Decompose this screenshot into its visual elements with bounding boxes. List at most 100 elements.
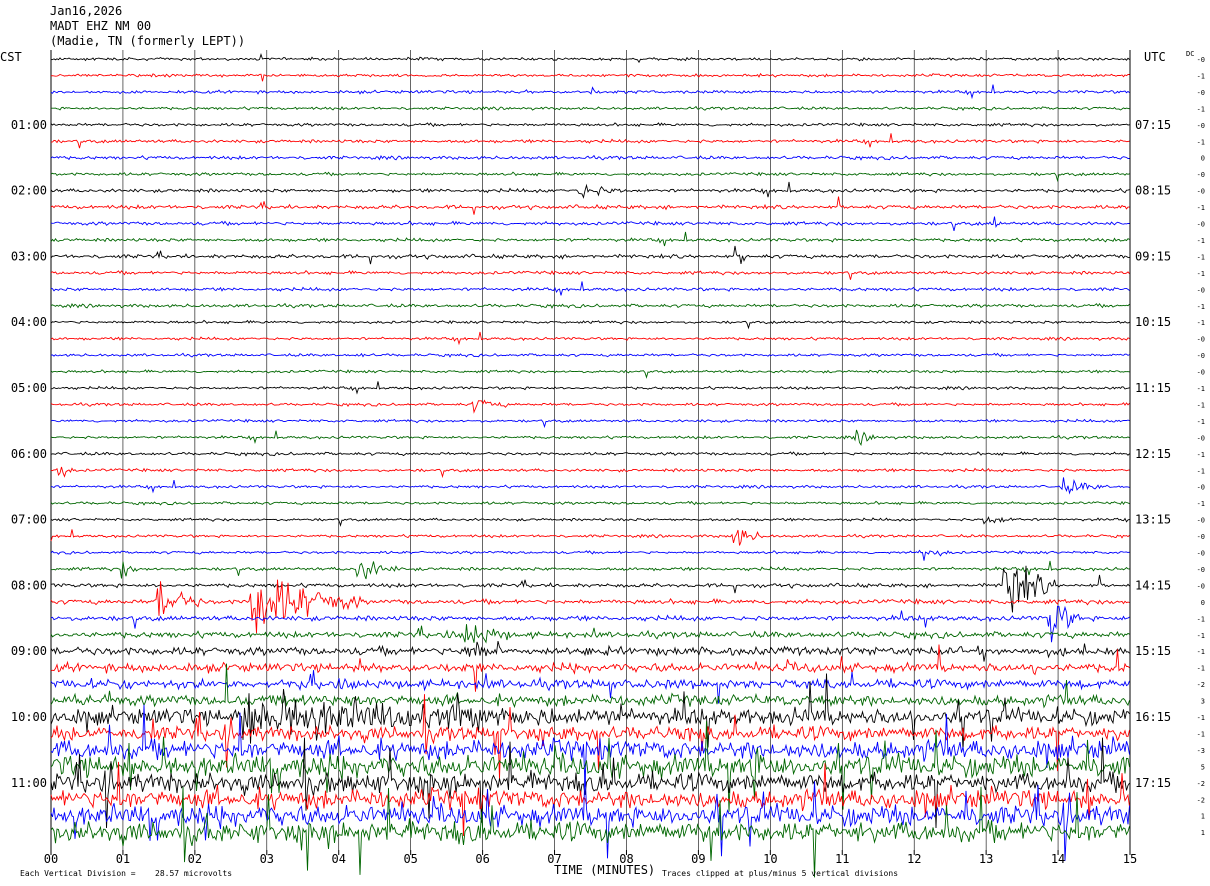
right-hour-label: 11:15 bbox=[1135, 381, 1171, 395]
x-tick-label: 15 bbox=[1123, 852, 1137, 866]
trace-line-13 bbox=[50, 270, 1130, 280]
trace-line-12 bbox=[50, 245, 1130, 265]
trace-line-4 bbox=[50, 122, 1130, 128]
right-hour-label: 10:15 bbox=[1135, 315, 1171, 329]
trace-line-14 bbox=[50, 281, 1130, 296]
trace-line-34 bbox=[50, 605, 1130, 643]
trace-line-46 bbox=[50, 770, 1130, 861]
right-hour-label: 08:15 bbox=[1135, 184, 1171, 198]
right-hour-label: 15:15 bbox=[1135, 644, 1171, 658]
trace-line-30 bbox=[50, 549, 1130, 561]
dc-offset-label: -0 bbox=[1197, 89, 1205, 97]
x-tick-label: 06 bbox=[475, 852, 489, 866]
x-tick-label: 02 bbox=[188, 852, 202, 866]
trace-line-45 bbox=[50, 761, 1130, 837]
dc-offset-label: -2 bbox=[1197, 681, 1205, 689]
trace-line-2 bbox=[50, 84, 1130, 100]
dc-offset-label: -0 bbox=[1197, 56, 1205, 64]
x-axis-title: TIME (MINUTES) bbox=[554, 863, 655, 877]
x-tick-label: 01 bbox=[116, 852, 130, 866]
helicorder-chart: 00 01 02 03 04 05 06 07 08 09 10 11 12 13 14 1501:0002:… bbox=[0, 50, 1205, 878]
dc-offset-label: -1 bbox=[1197, 730, 1205, 738]
dc-offset-label: -1 bbox=[1197, 138, 1205, 146]
trace-line-36 bbox=[50, 640, 1130, 662]
trace-line-20 bbox=[50, 381, 1130, 395]
x-tick-label: 14 bbox=[1051, 852, 1065, 866]
dc-offset-label: -0 bbox=[1197, 171, 1205, 179]
trace-line-25 bbox=[50, 466, 1130, 479]
trace-line-16 bbox=[50, 319, 1130, 330]
trace-line-33 bbox=[50, 579, 1130, 634]
dc-offset-label: -1 bbox=[1197, 418, 1205, 426]
left-hour-label: 03:00 bbox=[11, 249, 47, 263]
trace-line-10 bbox=[50, 216, 1130, 232]
right-hour-label: 09:15 bbox=[1135, 249, 1171, 263]
trace-line-5 bbox=[50, 133, 1130, 149]
trace-line-24 bbox=[50, 451, 1130, 457]
dc-offset-label: -0 bbox=[1197, 484, 1205, 492]
dc-offset-label: -1 bbox=[1197, 401, 1205, 409]
trace-line-28 bbox=[50, 516, 1130, 527]
dc-offset-label: -1 bbox=[1197, 632, 1205, 640]
right-hour-label: 17:15 bbox=[1135, 776, 1171, 790]
left-hour-label: 07:00 bbox=[11, 513, 47, 527]
trace-line-26 bbox=[50, 477, 1130, 495]
trace-line-9 bbox=[50, 196, 1130, 215]
dc-offset-label: -0 bbox=[1197, 566, 1205, 574]
dc-offset-label: -1 bbox=[1197, 615, 1205, 623]
dc-offset-label: -0 bbox=[1197, 352, 1205, 360]
trace-line-43 bbox=[50, 721, 1130, 812]
dc-offset-label: 1 bbox=[1201, 829, 1205, 837]
right-hour-label: 07:15 bbox=[1135, 118, 1171, 132]
left-axis-label: CST bbox=[0, 50, 22, 64]
x-tick-label: 04 bbox=[332, 852, 346, 866]
dc-offset-label: -0 bbox=[1197, 336, 1205, 344]
dc-offset-label: -0 bbox=[1197, 122, 1205, 130]
dc-offset-label: -0 bbox=[1197, 582, 1205, 590]
trace-line-35 bbox=[50, 624, 1130, 644]
dc-offset-label: -0 bbox=[1197, 221, 1205, 229]
x-tick-label: 10 bbox=[763, 852, 777, 866]
dc-offset-label: -3 bbox=[1197, 747, 1205, 755]
dc-offset-label: -1 bbox=[1197, 714, 1205, 722]
dc-offset-label: -1 bbox=[1197, 303, 1205, 311]
x-tick-label: 00 bbox=[44, 852, 58, 866]
trace-line-19 bbox=[50, 369, 1130, 379]
right-hour-label: 13:15 bbox=[1135, 513, 1171, 527]
dc-offset-label: -1 bbox=[1197, 253, 1205, 261]
dc-offset-label: -0 bbox=[1197, 286, 1205, 294]
left-hour-label: 09:00 bbox=[11, 644, 47, 658]
trace-line-8 bbox=[50, 181, 1130, 199]
clip-note: Traces clipped at plus/minus 5 vertical … bbox=[662, 869, 898, 878]
trace-line-27 bbox=[50, 500, 1130, 506]
left-hour-label: 06:00 bbox=[11, 447, 47, 461]
trace-line-22 bbox=[50, 418, 1130, 429]
trace-line-32 bbox=[50, 565, 1130, 613]
trace-line-23 bbox=[50, 429, 1130, 446]
dc-offset-label: -1 bbox=[1197, 665, 1205, 673]
trace-line-1 bbox=[50, 72, 1130, 82]
left-hour-label: 04:00 bbox=[11, 315, 47, 329]
right-hour-label: 12:15 bbox=[1135, 447, 1171, 461]
dc-offset-label: -1 bbox=[1197, 270, 1205, 278]
trace-line-38 bbox=[50, 670, 1130, 704]
dc-offset-label: -1 bbox=[1197, 385, 1205, 393]
dc-offset-label: -0 bbox=[1197, 550, 1205, 558]
dc-offset-label: -0 bbox=[1197, 188, 1205, 196]
trace-line-21 bbox=[50, 399, 1130, 414]
trace-line-31 bbox=[50, 560, 1130, 580]
dc-offset-label: -1 bbox=[1197, 648, 1205, 656]
dc-offset-label: -0 bbox=[1197, 533, 1205, 541]
left-hour-label: 11:00 bbox=[11, 776, 47, 790]
right-axis-label: UTC bbox=[1144, 50, 1166, 64]
dc-offset-label: 0 bbox=[1201, 599, 1205, 607]
left-hour-label: 02:00 bbox=[11, 184, 47, 198]
x-tick-label: 05 bbox=[403, 852, 417, 866]
trace-line-7 bbox=[50, 171, 1130, 183]
trace-line-29 bbox=[50, 529, 1130, 546]
dc-offset-label: 3 bbox=[1201, 698, 1205, 706]
trace-line-18 bbox=[50, 352, 1130, 358]
dc-offset-label: 1 bbox=[1201, 813, 1205, 821]
dc-offset-label: -2 bbox=[1197, 780, 1205, 788]
left-hour-label: 05:00 bbox=[11, 381, 47, 395]
